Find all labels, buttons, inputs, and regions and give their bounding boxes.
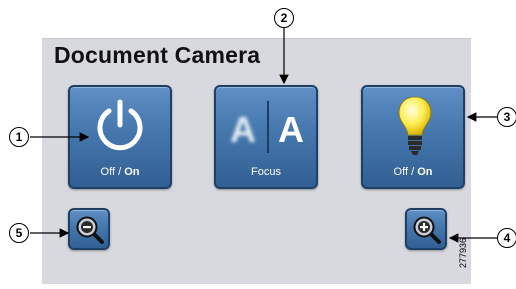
callout-leader-lines — [30, 28, 498, 243]
figure-id: 277936 — [458, 237, 468, 268]
callout-3: 3 — [497, 107, 516, 127]
callout-5: 5 — [9, 223, 29, 243]
callout-1: 1 — [9, 127, 29, 147]
callout-2: 2 — [274, 8, 294, 28]
callout-4: 4 — [497, 228, 516, 248]
